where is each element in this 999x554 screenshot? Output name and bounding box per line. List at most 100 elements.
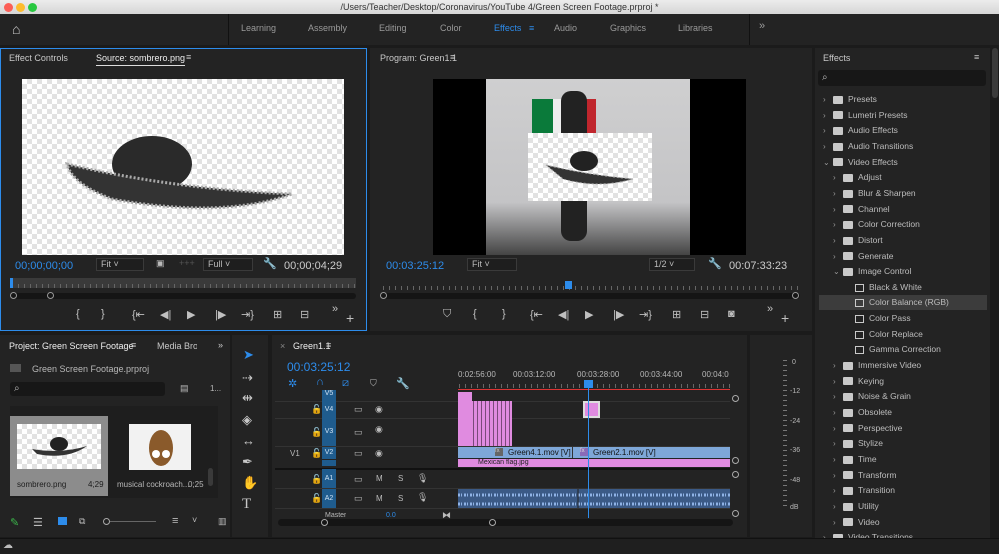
tab-media-browser[interactable]: Media Bro: [157, 341, 197, 351]
track-target-v2[interactable]: V2: [322, 447, 336, 459]
project-menu-icon[interactable]: ≡: [131, 340, 136, 350]
wrench-icon[interactable]: 🔧: [263, 257, 277, 270]
razor-tool-icon[interactable]: ◈: [242, 412, 252, 428]
pen-tool-icon[interactable]: ✒: [242, 454, 253, 470]
tab-effect-controls[interactable]: Effect Controls: [9, 53, 68, 63]
timeline-zoom-scrollbar[interactable]: [278, 519, 733, 526]
chevron-down-icon[interactable]: ⌄: [833, 264, 843, 279]
effects-tree-item[interactable]: › Color Correction: [819, 217, 987, 232]
workspace-menu-icon[interactable]: ≡: [529, 23, 534, 33]
program-step-back-button[interactable]: ◀|: [558, 308, 569, 321]
chevron-right-icon[interactable]: ›: [823, 139, 833, 154]
effects-tree-item[interactable]: › Transform: [819, 468, 987, 483]
track-target-v4[interactable]: V4: [322, 401, 336, 418]
drag-audio-icon[interactable]: +++: [179, 258, 195, 268]
chevron-right-icon[interactable]: ›: [833, 170, 843, 185]
find-icon[interactable]: ▤: [180, 383, 189, 394]
mute-button[interactable]: M: [376, 494, 383, 503]
effects-tree-item[interactable]: › Perspective: [819, 421, 987, 436]
list-view-icon[interactable]: ☰: [33, 516, 43, 529]
program-step-forward-button[interactable]: |▶: [613, 308, 624, 321]
freeform-view-icon[interactable]: ⧉: [79, 516, 85, 527]
effects-tree-item[interactable]: › Video: [819, 515, 987, 530]
thumbnail-size-slider[interactable]: [103, 518, 110, 525]
solo-button[interactable]: S: [398, 494, 403, 503]
timeline-timecode[interactable]: 00:03:25:12: [287, 360, 350, 374]
zoom-window-button[interactable]: [28, 3, 37, 12]
mark-in-button[interactable]: {: [76, 308, 80, 320]
eye-icon[interactable]: ◉: [375, 448, 383, 459]
chevron-right-icon[interactable]: ›: [833, 358, 843, 373]
source-patch-v1[interactable]: V1: [290, 449, 300, 458]
effects-search-input[interactable]: ⌕: [818, 70, 986, 86]
chevron-right-icon[interactable]: ›: [823, 108, 833, 123]
sync-lock-icon[interactable]: ▭: [354, 427, 363, 438]
tab-program[interactable]: Program: Green1.1: [380, 53, 457, 63]
mute-button[interactable]: M: [376, 474, 383, 483]
effects-tree-item[interactable]: › Time: [819, 452, 987, 467]
sequence-menu-icon[interactable]: ≡: [326, 340, 331, 350]
snap-icon[interactable]: ∩: [316, 376, 324, 388]
chevron-right-icon[interactable]: ›: [833, 405, 843, 420]
project-more-tabs-icon[interactable]: »: [218, 340, 223, 350]
tab-source[interactable]: Source: sombrero.png: [96, 53, 186, 66]
program-zoom-select[interactable]: Fit ˅: [467, 258, 517, 271]
step-forward-button[interactable]: |▶: [215, 308, 226, 321]
automate-to-sequence-icon[interactable]: ▥: [218, 516, 227, 527]
drag-video-icon[interactable]: ▣: [156, 258, 165, 269]
source-timecode[interactable]: 00;00;00;00: [15, 260, 73, 272]
effects-scrollbar[interactable]: [992, 48, 998, 98]
audio-clip-a2[interactable]: [458, 489, 730, 508]
chevron-right-icon[interactable]: ›: [833, 249, 843, 264]
close-window-button[interactable]: [4, 3, 13, 12]
workspace-graphics[interactable]: Graphics: [610, 23, 646, 33]
master-volume[interactable]: 0.0: [386, 512, 396, 518]
chevron-right-icon[interactable]: ›: [833, 483, 843, 498]
lock-icon[interactable]: 🔓: [311, 404, 322, 415]
chevron-right-icon[interactable]: ›: [833, 499, 843, 514]
program-menu-icon[interactable]: ≡: [450, 52, 455, 62]
program-button-editor-plus-icon[interactable]: +: [781, 310, 789, 326]
program-zoom-scrollbar[interactable]: [380, 293, 800, 299]
workspace-assembly[interactable]: Assembly: [308, 23, 347, 33]
tab-sequence[interactable]: Green1.1: [293, 341, 331, 351]
effects-tree-item[interactable]: › Generate: [819, 249, 987, 264]
track-target-v3[interactable]: V3: [322, 418, 336, 446]
linked-selection-icon[interactable]: ⧄: [342, 377, 349, 390]
project-item-cockroach[interactable]: musical cockroach... 0;25: [117, 416, 215, 496]
program-wrench-icon[interactable]: 🔧: [708, 257, 722, 270]
effects-tree-item[interactable]: › Lumetri Presets: [819, 108, 987, 123]
chevron-right-icon[interactable]: ›: [833, 202, 843, 217]
more-buttons-icon[interactable]: »: [332, 303, 338, 315]
chevron-right-icon[interactable]: ›: [833, 389, 843, 404]
effects-tree-item[interactable]: › Transition: [819, 483, 987, 498]
sort-dropdown-icon[interactable]: ˅: [192, 515, 197, 525]
effects-tree-item[interactable]: › Noise & Grain: [819, 389, 987, 404]
add-marker-icon[interactable]: ⛉: [370, 378, 377, 389]
effects-tree-item[interactable]: › Utility: [819, 499, 987, 514]
mark-out-button[interactable]: }: [101, 308, 105, 320]
eye-icon[interactable]: ◉: [375, 424, 383, 435]
creative-cloud-sync-icon[interactable]: ☁: [3, 540, 13, 551]
program-mark-in-button[interactable]: {: [473, 308, 477, 320]
audio-scroll-handle[interactable]: [732, 471, 739, 478]
program-timecode[interactable]: 00:03:25:12: [386, 260, 444, 272]
workspace-libraries[interactable]: Libraries: [678, 23, 713, 33]
track-target-v1[interactable]: V1: [322, 460, 336, 466]
effects-tree-item[interactable]: Gamma Correction: [819, 342, 987, 357]
chevron-right-icon[interactable]: ›: [833, 374, 843, 389]
chevron-right-icon[interactable]: ›: [833, 515, 843, 530]
source-zoom-select[interactable]: Fit ˅: [96, 258, 144, 271]
panel-menu-icon[interactable]: ≡: [186, 52, 191, 62]
effects-tree-item[interactable]: ⌄ Image Control: [819, 264, 987, 279]
ripple-edit-tool-icon[interactable]: ⇹: [242, 390, 253, 406]
source-resolution-select[interactable]: Full ˅: [203, 258, 253, 271]
effects-tree-item[interactable]: › Keying: [819, 374, 987, 389]
track-target-a2[interactable]: A2: [322, 489, 336, 508]
chevron-right-icon[interactable]: ›: [833, 452, 843, 467]
effects-tree-item[interactable]: Color Balance (RGB): [819, 295, 987, 311]
clip-v1[interactable]: Mexican flag.jpg: [458, 459, 730, 467]
extract-button[interactable]: ⊟: [700, 308, 709, 321]
chevron-right-icon[interactable]: ›: [833, 468, 843, 483]
effects-tree-item[interactable]: › Audio Effects: [819, 123, 987, 138]
